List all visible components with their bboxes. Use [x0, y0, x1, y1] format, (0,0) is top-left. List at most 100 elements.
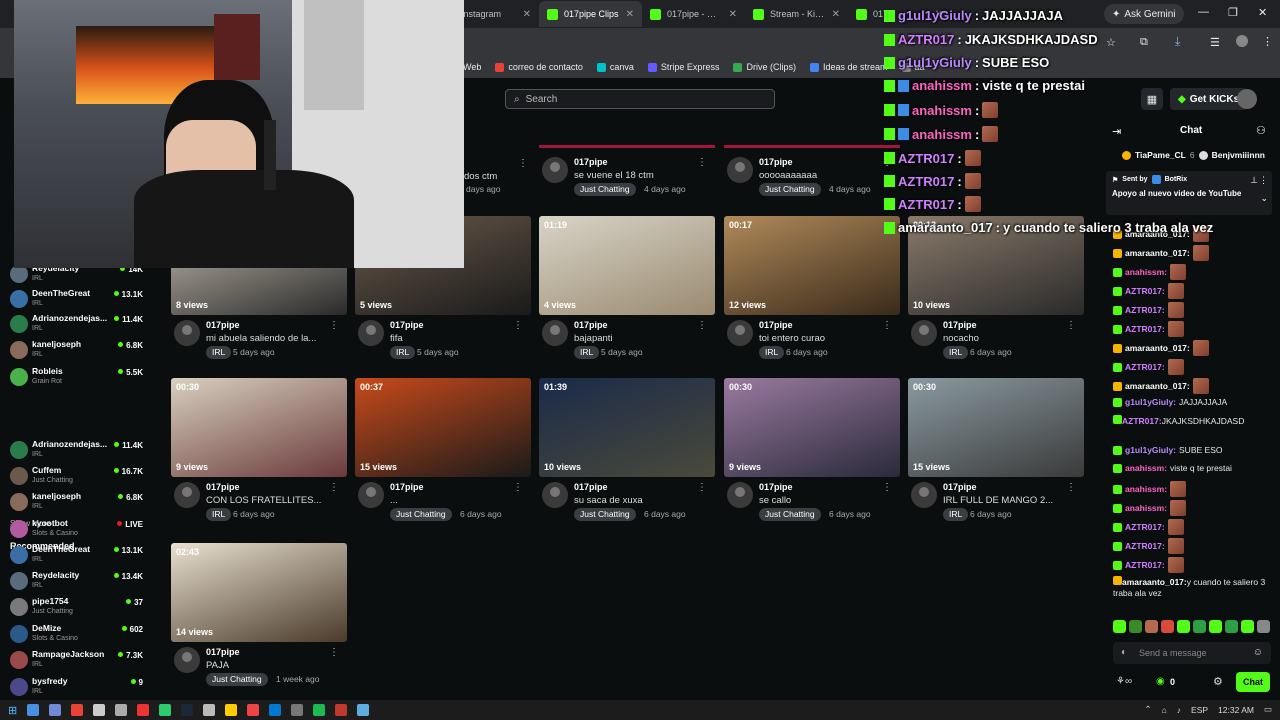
- chat-username[interactable]: g1ul1yGiuly:: [1125, 445, 1176, 456]
- chat-message[interactable]: anahissm: viste q te prestai: [1113, 463, 1273, 474]
- chat-username[interactable]: anahissm:: [1125, 503, 1167, 514]
- emoji-icon[interactable]: ☺: [1253, 647, 1263, 658]
- sidebar-channel-item[interactable]: Cuffem Just Chatting 16.7K: [10, 464, 146, 488]
- clip-card[interactable]: 00:30 9 views 017pipe se callo Just Chatting…: [724, 378, 900, 528]
- clip-menu-icon[interactable]: ⋮: [329, 647, 339, 658]
- chat-message[interactable]: amaraanto_017:: [1113, 378, 1273, 394]
- channel-avatar[interactable]: [911, 482, 937, 508]
- channel-avatar[interactable]: [727, 482, 753, 508]
- language-indicator[interactable]: ESP: [1191, 705, 1208, 715]
- clip-title[interactable]: se vuene el 18 ctm: [574, 170, 704, 181]
- clip-category-tag[interactable]: Just Chatting: [390, 508, 452, 521]
- browser-tab[interactable]: Stream - Kick D ✕: [745, 1, 848, 27]
- clip-thumbnail[interactable]: 00:30 15 views: [908, 378, 1084, 477]
- clip-menu-icon[interactable]: ⋮: [513, 482, 523, 493]
- taskbar-app-icon[interactable]: [181, 704, 194, 716]
- close-tab-icon[interactable]: ✕: [523, 9, 531, 20]
- channel-avatar[interactable]: [174, 482, 200, 508]
- chat-message[interactable]: AZTR017:: [1113, 519, 1273, 535]
- sidebar-channel-item[interactable]: kyootbot Slots & Casino LIVE: [10, 517, 146, 541]
- clip-menu-icon[interactable]: ⋮: [513, 320, 523, 331]
- sidebar-channel-item[interactable]: RampageJackson IRL 7.3K: [10, 648, 146, 672]
- clip-category-tag[interactable]: IRL: [943, 346, 969, 359]
- sidebar-channel-item[interactable]: kaneljoseph IRL 6.8K: [10, 338, 146, 362]
- channel-avatar[interactable]: [542, 320, 568, 346]
- chat-username[interactable]: AZTR017:: [1125, 286, 1165, 297]
- clip-menu-icon[interactable]: ⋮: [882, 320, 892, 331]
- clip-channel[interactable]: 017pipe: [943, 482, 977, 492]
- clip-card[interactable]: 02:43 14 views 017pipe PAJA Just Chatting 1 w…: [171, 543, 347, 693]
- clip-category-tag[interactable]: IRL: [390, 346, 416, 359]
- clip-card[interactable]: 017pipe ooooaaaaaaa Just Chatting 4 days…: [724, 53, 900, 203]
- clip-menu-icon[interactable]: ⋮: [697, 320, 707, 331]
- clip-channel[interactable]: 017pipe: [759, 320, 793, 330]
- taskbar-app-icon[interactable]: [27, 704, 40, 716]
- clip-title[interactable]: ...: [390, 495, 520, 506]
- clip-channel[interactable]: 017pipe: [206, 482, 240, 492]
- chat-message[interactable]: g1ul1yGiuly: SUBE ESO: [1113, 445, 1273, 456]
- channel-avatar[interactable]: [542, 482, 568, 508]
- quick-emote-icon[interactable]: [1257, 620, 1270, 633]
- clip-channel[interactable]: 017pipe: [943, 320, 977, 330]
- taskbar-app-icon[interactable]: [335, 704, 348, 716]
- channel-avatar[interactable]: [174, 647, 200, 673]
- send-chat-button[interactable]: Chat: [1236, 672, 1270, 692]
- chat-message[interactable]: anahissm:: [1113, 500, 1273, 516]
- chat-username[interactable]: AZTR017:: [1125, 560, 1165, 571]
- quick-emote-icon[interactable]: [1193, 620, 1206, 633]
- clip-channel[interactable]: 017pipe: [390, 482, 424, 492]
- quick-emote-icon[interactable]: [1177, 620, 1190, 633]
- clip-title[interactable]: nocacho: [943, 333, 1073, 344]
- chat-username[interactable]: g1ul1yGiuly:: [1125, 397, 1176, 408]
- chat-username[interactable]: anahissm:: [1125, 463, 1167, 474]
- chat-message[interactable]: AZTR017:: [1113, 557, 1273, 573]
- clip-thumbnail[interactable]: 00:17 12 views: [724, 216, 900, 315]
- channel-avatar[interactable]: [542, 157, 568, 183]
- chat-username[interactable]: AZTR017:: [1122, 416, 1162, 426]
- chat-message[interactable]: AZTR017:: [1113, 302, 1273, 318]
- get-kicks-button[interactable]: ◆ Get KICKs: [1170, 88, 1248, 110]
- gifter-name[interactable]: Benjvmiiinnn: [1212, 150, 1265, 160]
- chat-username[interactable]: AZTR017:: [1125, 522, 1165, 533]
- chat-username[interactable]: anahissm:: [1125, 484, 1167, 495]
- taskbar-app-icon[interactable]: [159, 704, 172, 716]
- clip-category-tag[interactable]: IRL: [943, 508, 969, 521]
- clip-thumbnail[interactable]: 00:37 15 views: [355, 378, 531, 477]
- close-tab-icon[interactable]: ✕: [626, 9, 634, 20]
- message-input[interactable]: ◐ Send a message ☺: [1113, 642, 1271, 664]
- chat-message[interactable]: amaraanto_017:y cuando te saliero 3 trab…: [1113, 576, 1273, 599]
- chat-username[interactable]: anahissm:: [1125, 267, 1167, 278]
- taskbar-app-icon[interactable]: [203, 704, 216, 716]
- chat-users-icon[interactable]: ⚇: [1256, 124, 1266, 137]
- chat-username[interactable]: amaraanto_017:: [1125, 248, 1190, 259]
- clip-category-tag[interactable]: IRL: [206, 346, 232, 359]
- clip-title[interactable]: ooooaaaaaaa: [759, 170, 889, 181]
- clip-category-tag[interactable]: IRL: [206, 508, 232, 521]
- taskbar-app-icon[interactable]: [93, 704, 106, 716]
- clip-card[interactable]: 017pipe se vuene el 18 ctm Just Chatting…: [539, 53, 715, 203]
- clip-menu-icon[interactable]: ⋮: [329, 482, 339, 493]
- clip-title[interactable]: toi entero curao: [759, 333, 889, 344]
- clip-category-tag[interactable]: IRL: [574, 346, 600, 359]
- clip-card[interactable]: 00:37 15 views 017pipe... Just Chatting 6 da…: [355, 378, 531, 528]
- minimize-button[interactable]: —: [1198, 6, 1209, 18]
- chat-message[interactable]: anahissm:: [1113, 264, 1273, 280]
- clip-card[interactable]: 00:30 15 views 017pipe IRL FULL DE MANGO 2.…: [908, 378, 1084, 528]
- close-tab-icon[interactable]: ✕: [729, 9, 737, 20]
- quick-emote-icon[interactable]: [1209, 620, 1222, 633]
- quick-emote-icon[interactable]: [1241, 620, 1254, 633]
- clip-category-tag[interactable]: Just Chatting: [574, 508, 636, 521]
- clip-channel[interactable]: 017pipe: [759, 482, 793, 492]
- sidebar-channel-item[interactable]: DeMize Slots & Casino 602: [10, 622, 146, 646]
- profile-icon[interactable]: [1236, 35, 1248, 47]
- clip-category-tag[interactable]: IRL: [759, 346, 785, 359]
- chat-message[interactable]: AZTR017:: [1113, 359, 1273, 375]
- clip-category-tag[interactable]: Just Chatting: [759, 183, 821, 196]
- channel-avatar[interactable]: [727, 320, 753, 346]
- clip-title[interactable]: su saca de xuxa: [574, 495, 704, 506]
- volume-icon[interactable]: ♪: [1177, 705, 1181, 715]
- more-options-icon[interactable]: ⋮: [1259, 175, 1268, 186]
- clip-thumbnail[interactable]: 01:19 4 views: [539, 216, 715, 315]
- clip-menu-icon[interactable]: ⋮: [1066, 482, 1076, 493]
- user-avatar[interactable]: [1237, 89, 1257, 109]
